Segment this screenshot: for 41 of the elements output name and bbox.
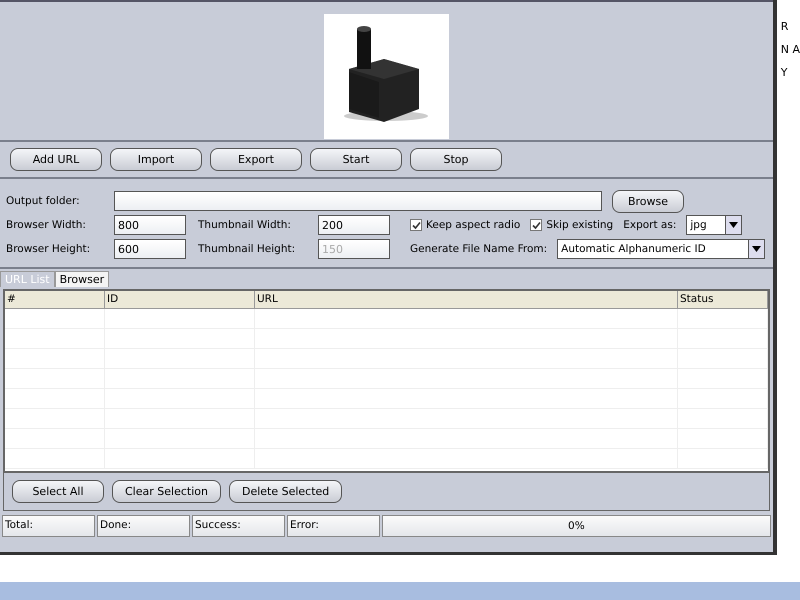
toolbar-button[interactable]: Import xyxy=(110,148,202,171)
action-button[interactable]: Clear Selection xyxy=(112,480,221,503)
toolbar-button[interactable]: Start xyxy=(310,148,402,171)
file-name-dropdown[interactable]: Automatic Alphanumeric ID xyxy=(557,239,766,259)
checkbox-label: Keep aspect radio xyxy=(426,219,520,231)
field-label: Generate File Name From: xyxy=(410,243,548,255)
width-field[interactable]: 800 xyxy=(114,215,186,235)
status-field: Success: xyxy=(192,515,285,537)
caret-icon xyxy=(752,246,762,252)
checkbox-label: Skip existing xyxy=(546,219,614,231)
field-label: Output folder: xyxy=(6,195,81,207)
tab[interactable]: Browser xyxy=(54,271,110,287)
checkbox[interactable] xyxy=(530,219,542,231)
toolbar-button[interactable]: Add URL xyxy=(10,148,102,171)
column-header[interactable]: # xyxy=(5,291,105,309)
action-button[interactable]: Delete Selected xyxy=(228,480,342,503)
toolbar-button[interactable]: Stop xyxy=(410,148,502,171)
column-header[interactable]: URL xyxy=(255,291,678,309)
toolbar-button[interactable]: Export xyxy=(210,148,302,171)
format-dropdown[interactable]: jpg xyxy=(686,215,742,235)
cell-text: N A xyxy=(780,43,800,56)
browse-button[interactable]: Browse xyxy=(612,190,684,212)
action-button[interactable]: Select All xyxy=(12,480,104,503)
field-label: Browser Height: xyxy=(6,243,92,255)
column-header[interactable]: Status xyxy=(678,291,768,309)
status-field: Error: xyxy=(287,515,380,537)
checkbox[interactable] xyxy=(410,219,422,231)
caret-icon xyxy=(729,222,738,228)
field-label: Browser Width: xyxy=(6,219,87,231)
field-label: Thumbnail Height: xyxy=(198,243,296,255)
field-label: Export as: xyxy=(623,219,676,231)
cell-text: Y xyxy=(780,66,788,79)
field-label: Thumbnail Width: xyxy=(198,219,292,231)
height-field[interactable]: 600 xyxy=(114,239,186,259)
progress-reading: 0% xyxy=(568,520,585,532)
column-header[interactable]: ID xyxy=(105,291,255,309)
cell-text: R xyxy=(780,20,790,33)
width-field[interactable]: 200 xyxy=(318,215,390,235)
output-folder-field[interactable] xyxy=(114,191,602,211)
status-field: Done: xyxy=(97,515,190,537)
status-field: Total: xyxy=(2,515,95,537)
